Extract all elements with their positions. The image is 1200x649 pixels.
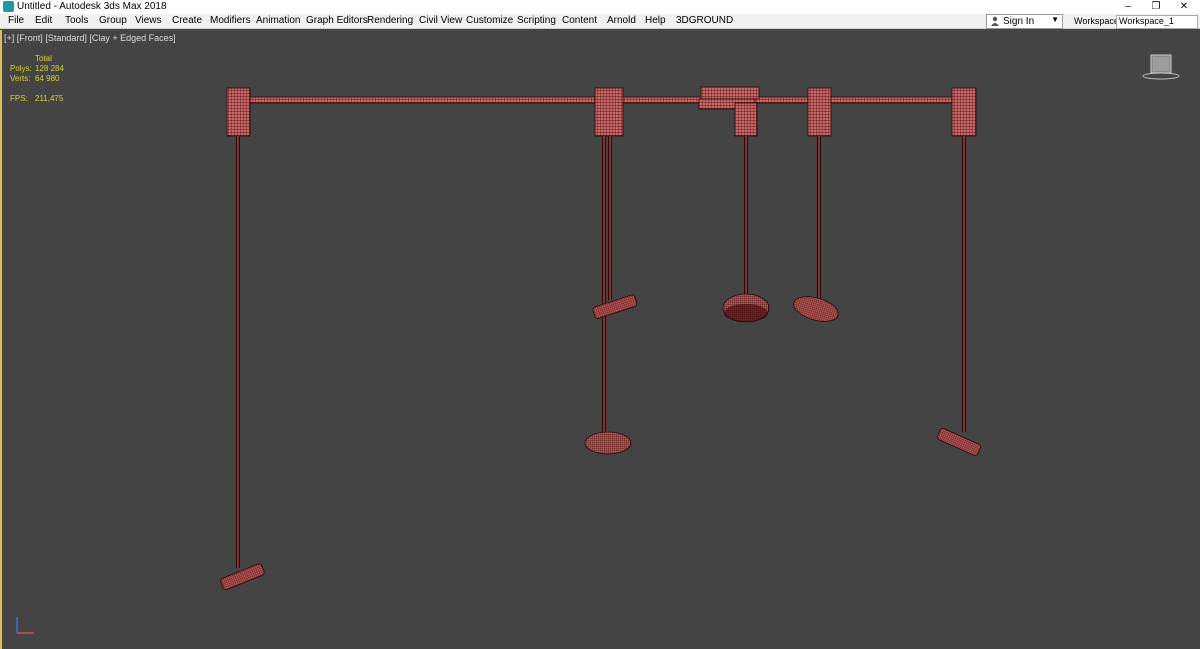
pendant-lamp-2[interactable] bbox=[584, 87, 638, 455]
axis-tripod-icon bbox=[16, 617, 34, 634]
scene-model[interactable] bbox=[0, 0, 1200, 649]
pendant-lamp-1[interactable] bbox=[220, 87, 265, 591]
pendant-lamp-5[interactable] bbox=[936, 87, 981, 456]
pendant-lamp-4[interactable] bbox=[791, 87, 841, 326]
pendant-lamp-3[interactable] bbox=[722, 102, 770, 323]
